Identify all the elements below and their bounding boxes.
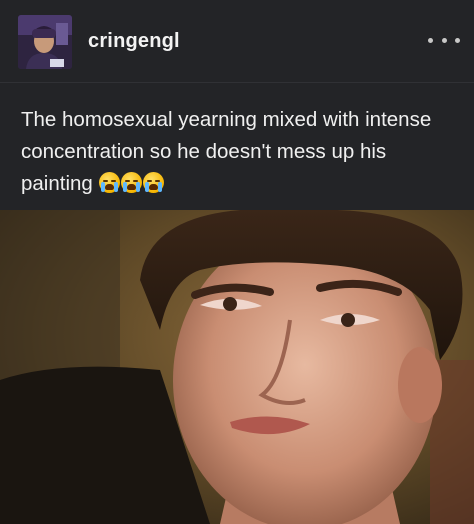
header-divider <box>0 82 474 83</box>
caption-text: The homosexual yearning mixed with inten… <box>21 108 432 195</box>
loudly-crying-face-icon <box>142 172 164 193</box>
crying-emojis <box>98 172 165 195</box>
ellipsis-icon[interactable] <box>428 28 460 52</box>
post-image[interactable] <box>0 210 474 524</box>
user-avatar-icon[interactable] <box>18 15 72 69</box>
username[interactable]: cringengl <box>88 30 180 53</box>
dot <box>428 37 433 43</box>
loudly-crying-face-icon <box>98 172 120 193</box>
loudly-crying-face-icon <box>120 172 142 193</box>
post-caption: The homosexual yearning mixed with inten… <box>21 104 461 200</box>
post-header: cringengl <box>0 0 474 82</box>
dot <box>441 37 447 43</box>
dot <box>455 37 460 43</box>
